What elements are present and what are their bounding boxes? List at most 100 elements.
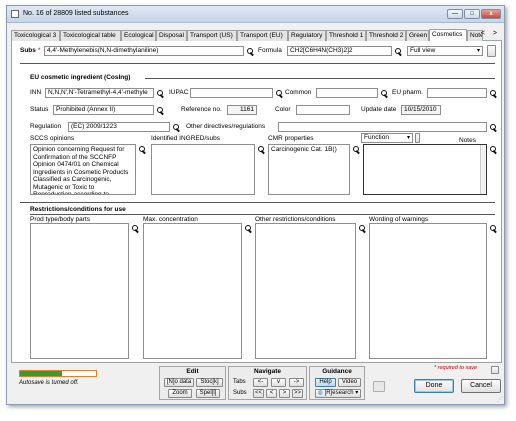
chevron-down-icon: ▾ — [406, 135, 410, 141]
tab-disposal[interactable]: Disposal — [156, 30, 187, 41]
status-search-icon[interactable] — [157, 107, 164, 114]
tab-cosmetics[interactable]: Cosmetics — [429, 29, 467, 41]
other-directives-search-icon[interactable] — [490, 124, 497, 131]
col-warnings-label: Wording of warnings — [369, 216, 429, 223]
options-icon[interactable] — [491, 366, 499, 374]
refno-label: Reference no. — [181, 106, 222, 113]
iupac-search-icon[interactable] — [276, 90, 283, 97]
status-field[interactable]: Prohibited (Annex II) — [53, 105, 154, 115]
window-title: No. 16 of 28809 listed substances — [23, 10, 129, 17]
tab-green[interactable]: Green — [406, 30, 429, 41]
regulation-search-icon[interactable] — [173, 124, 180, 131]
other-directives-field[interactable] — [278, 122, 487, 132]
common-label: Common — [285, 89, 312, 96]
formula-search-icon[interactable] — [395, 48, 402, 55]
navigate-group-title: Navigate — [253, 368, 282, 375]
help-button[interactable]: Help — [315, 378, 336, 387]
other-restrictions-box[interactable] — [255, 223, 356, 359]
prod-type-search-icon[interactable] — [132, 225, 139, 232]
research-button[interactable]: ◍ [R]esearch ▾ — [315, 389, 361, 398]
video-button[interactable]: Video — [338, 378, 361, 387]
notes-search-icon[interactable] — [490, 146, 497, 153]
tab-threshold-2[interactable]: Threshold 2 — [366, 30, 406, 41]
tabs-nav-label: Tabs — [233, 379, 246, 385]
other-restrictions-search-icon[interactable] — [359, 225, 366, 232]
common-search-icon[interactable] — [381, 90, 388, 97]
subs-prev-button[interactable]: < — [266, 389, 277, 398]
tab-threshold-1[interactable]: Threshold 1 — [326, 30, 366, 41]
tab-scroll-arrows[interactable]: < > — [481, 30, 500, 37]
divider — [20, 202, 495, 203]
cancel-button[interactable]: Cancel — [461, 379, 501, 393]
tab-prev-button[interactable]: <- — [253, 378, 268, 387]
tab-ecological[interactable]: Ecological — [121, 30, 156, 41]
warnings-box[interactable] — [369, 223, 487, 359]
formula-field[interactable]: CH2[C6H4N(CH3)2]2 — [287, 46, 392, 56]
tab-regulatory[interactable]: Regulatory — [288, 30, 326, 41]
eu-section-title: EU cosmetic ingredient (CosIng) — [30, 74, 131, 81]
function-add-button[interactable] — [415, 133, 420, 143]
progress-fill — [20, 371, 62, 376]
stock-button[interactable]: Stoc[k] — [196, 378, 223, 387]
color-field[interactable] — [296, 105, 350, 115]
notes-scrollbar[interactable] — [480, 145, 486, 194]
inn-search-icon[interactable] — [157, 90, 164, 97]
subs-first-button[interactable]: << — [253, 389, 264, 398]
edit-group: Edit [N]o data Stoc[k] Zoom Spel[l] — [159, 366, 226, 400]
chevron-down-icon: ▾ — [353, 390, 359, 396]
spell-button[interactable]: Spel[l] — [196, 389, 220, 398]
notes-box[interactable] — [363, 144, 487, 195]
update-label: Update date — [361, 106, 397, 113]
cmr-box[interactable]: Carcinogenic Cat. 1B() — [268, 144, 350, 195]
tab-transport-eu[interactable]: Transport (EU) — [237, 30, 288, 41]
zoom-button[interactable]: Zoom — [168, 389, 192, 398]
save-disk-icon[interactable] — [373, 381, 385, 392]
globe-icon: ◍ — [317, 390, 325, 396]
maximize-button[interactable]: □ — [464, 9, 480, 19]
cmr-search-icon[interactable] — [353, 146, 360, 153]
inn-field[interactable]: N,N,N',N'-Tetramethyl-4,4'-methyle — [45, 88, 154, 98]
subs-search-icon[interactable] — [247, 48, 254, 55]
subs-last-button[interactable]: >> — [292, 389, 303, 398]
eupharm-field[interactable] — [427, 88, 487, 98]
navigate-group: Navigate Tabs <- v -> Subs << < > >> — [228, 366, 307, 400]
ingred-box[interactable] — [151, 144, 255, 195]
autosave-status: Autosave is turned off. — [19, 380, 79, 386]
max-conc-box[interactable] — [143, 223, 242, 359]
iupac-field[interactable] — [190, 88, 273, 98]
tab-down-button[interactable]: v — [271, 378, 286, 387]
save-view-icon[interactable] — [487, 45, 496, 57]
sccs-box[interactable]: Opinion concerning Request for Confirmat… — [30, 144, 136, 195]
function-select[interactable]: Function ▾ — [361, 133, 413, 143]
warnings-search-icon[interactable] — [490, 225, 497, 232]
inn-label: INN — [30, 89, 42, 96]
resize-grip-icon[interactable]: ⋰ — [497, 396, 503, 403]
tab-toxicological-table[interactable]: Toxicological table — [60, 30, 121, 41]
required-mark: * — [38, 47, 41, 54]
minimize-button[interactable]: — — [447, 9, 463, 19]
ingred-search-icon[interactable] — [258, 146, 265, 153]
max-conc-search-icon[interactable] — [245, 225, 252, 232]
no-data-button[interactable]: [N]o data — [164, 378, 194, 387]
app-icon — [11, 10, 19, 18]
section-rule — [145, 78, 495, 79]
tab-transport-us[interactable]: Transport (US) — [187, 30, 237, 41]
view-select[interactable]: Full view ▾ — [407, 46, 483, 56]
common-field[interactable] — [316, 88, 378, 98]
subs-label: Subs — [20, 47, 36, 54]
col-max-conc-label: Max. concentration — [143, 216, 198, 223]
subs-nav-label: Subs — [233, 390, 247, 396]
done-button[interactable]: Done — [414, 379, 454, 393]
section-rule — [30, 214, 495, 215]
close-button[interactable]: x — [481, 9, 501, 19]
sccs-search-icon[interactable] — [139, 146, 146, 153]
regulation-field[interactable]: (EC) 2009/1223 — [68, 122, 170, 132]
subs-next-button[interactable]: > — [279, 389, 290, 398]
subs-field[interactable]: 4,4'-Methylenebis(N,N-dimethylaniline) — [44, 46, 244, 56]
eupharm-search-icon[interactable] — [490, 90, 497, 97]
tab-next-button[interactable]: -> — [289, 378, 304, 387]
sccs-text: Opinion concerning Request for Confirmat… — [33, 146, 129, 195]
tab-toxicological-3[interactable]: Toxicological 3 — [11, 30, 60, 41]
prod-type-box[interactable] — [30, 223, 129, 359]
guidance-group: Guidance Help Video ◍ [R]esearch ▾ — [309, 366, 365, 400]
